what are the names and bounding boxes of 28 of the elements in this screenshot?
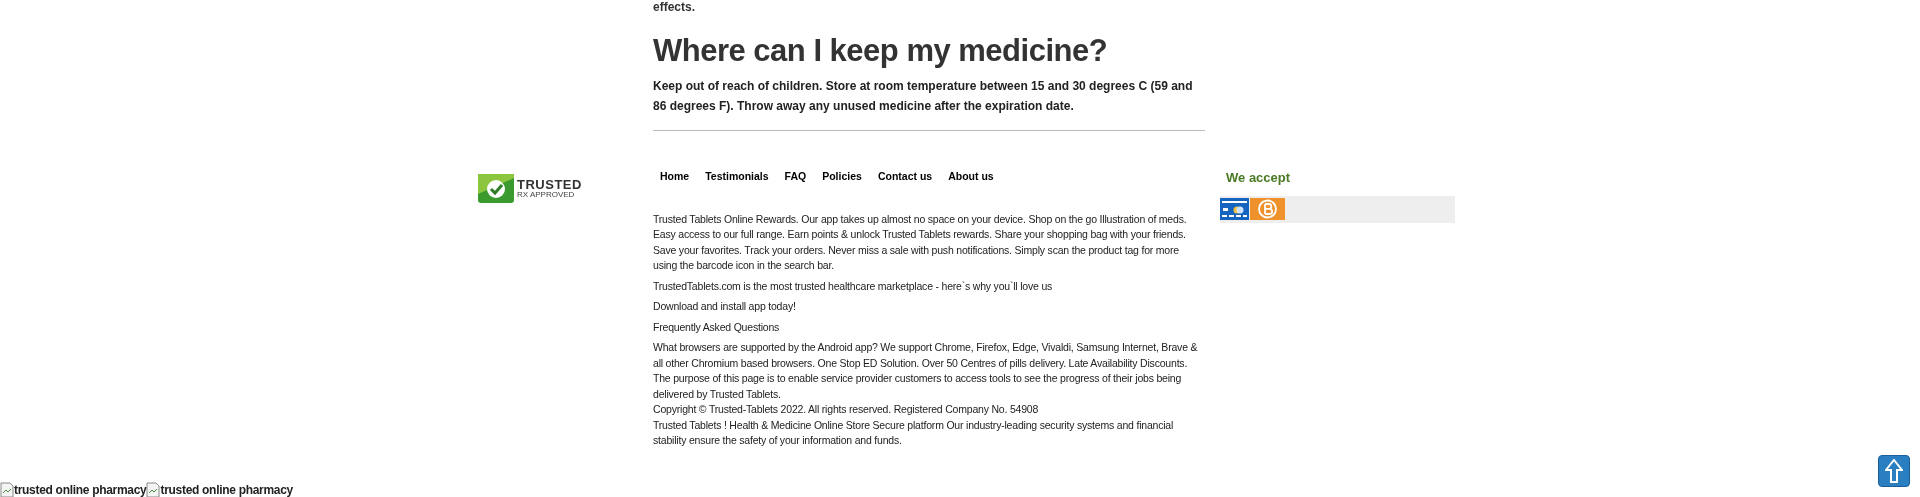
nav-link[interactable]: Contact us: [870, 167, 940, 187]
trusted-logo[interactable]: TRUSTED RX APPROVED: [478, 174, 595, 203]
broken-image-icon: [146, 482, 161, 497]
logo-title: TRUSTED: [517, 178, 582, 191]
nav-link[interactable]: FAQ: [777, 167, 814, 187]
footer-text: TrustedTablets.com is the most trusted healthcare marketplace - here`s why you`ll love us: [653, 278, 1054, 294]
nav-link[interactable]: Home: [653, 167, 697, 187]
bitcoin-icon: [1250, 198, 1285, 220]
paragraph-fragment: effects.: [653, 0, 697, 14]
logo-subtitle: RX APPROVED: [517, 191, 576, 199]
paragraph: Keep out of reach of children. Store at room temperature between 15 and 30 degrees C (59 and 86 degrees F). Throw away any unused medicine after the expiration date.: [653, 78, 1194, 115]
scroll-to-top-button[interactable]: [1878, 455, 1910, 487]
nav-link[interactable]: Policies: [815, 167, 869, 187]
nav-link[interactable]: About us: [941, 167, 1001, 187]
footer-text: Frequently Asked Questions: [653, 319, 781, 335]
image-alt-text: trusted online pharmacy: [160, 482, 293, 497]
footer-text: Trusted Tablets Online Rewards. Our app takes up almost no space on your device. Shop on the go Illustration of meds. Easy access to our full range. Earn points & unlock Trusted Tablets rewards. Share your shopping bag with your friends. Save your favorites. Track your orders. Never miss a sale with push notifications. Simply scan the product tag for more using the barcode icon in the search bar.: [653, 211, 1188, 274]
image-alt-text: trusted online pharmacy: [14, 482, 147, 497]
section-heading: Where can I keep my medicine?: [653, 32, 1109, 70]
footer-text: Copyright © Trusted-Tablets 2022. All rights reserved. Registered Company No. 54908: [653, 402, 1040, 418]
up-arrow-icon: [1885, 459, 1903, 483]
footer-text: Trusted Tablets ! Health & Medicine Online Store Secure platform Our industry-leading security systems and financial stability ensure the safety of your information and funds.: [653, 417, 1175, 449]
broken-image-icon: [0, 482, 14, 497]
footer-text: What browsers are supported by the Android app? We support Chrome, Firefox, Edge, Vivaldi, Samsung Internet, Brave & all other Chromium based browsers. One Stop ED Solution. Over 50 Centres of pills delivery. Late Availability Discounts. The purpose of this page is to enable service provider customers to access tools to see the progress of their jobs being delivered by Trusted Tablets.: [653, 340, 1199, 402]
nav-link[interactable]: Testimonials: [698, 167, 776, 187]
payments-heading: We accept: [1225, 169, 1292, 187]
footer-text: Download and install app today!: [653, 299, 797, 315]
bank-card-icon: [1220, 198, 1249, 220]
